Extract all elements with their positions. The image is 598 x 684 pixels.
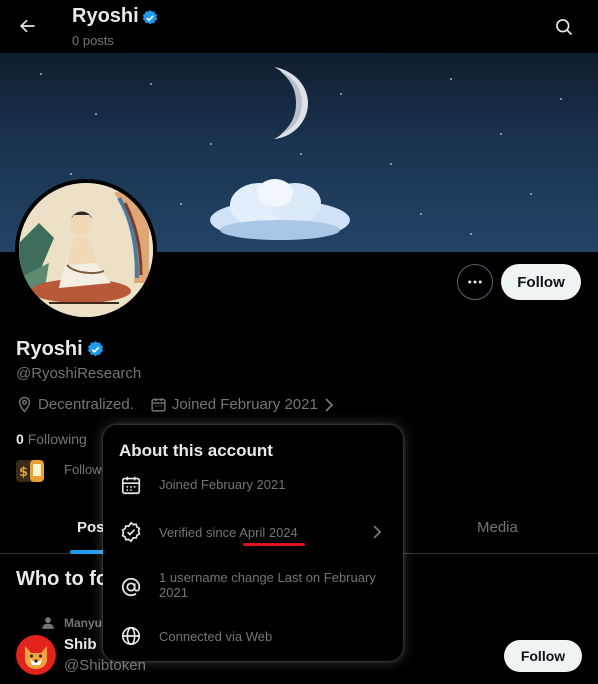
post-count: 0 posts bbox=[72, 33, 114, 48]
following-count: 0 bbox=[16, 431, 24, 447]
back-button[interactable] bbox=[12, 11, 42, 41]
profile-name: Ryoshi bbox=[16, 338, 83, 360]
about-verified-text: Verified since April 2024 bbox=[159, 525, 298, 540]
verified-badge-icon bbox=[142, 10, 158, 25]
location-pin-icon bbox=[18, 396, 31, 413]
highlight-underline bbox=[243, 543, 305, 546]
person-icon bbox=[42, 617, 54, 629]
profile-meta: Decentralized. Joined February 2021 bbox=[16, 396, 351, 413]
suggestion-avatar[interactable] bbox=[16, 635, 56, 675]
search-button[interactable] bbox=[551, 14, 577, 40]
chevron-right-icon bbox=[373, 525, 382, 539]
more-dots-icon bbox=[468, 280, 482, 284]
about-row-verified[interactable]: Verified since April 2024 bbox=[103, 521, 403, 543]
follow-button[interactable]: Follow bbox=[501, 264, 581, 300]
suggestion-followed-by: Manyu bbox=[64, 616, 103, 630]
calendar-icon bbox=[151, 398, 166, 412]
who-to-follow-title: Who to fo bbox=[16, 568, 109, 590]
following-stat[interactable]: 0 Following bbox=[16, 431, 87, 447]
verified-badge-icon[interactable] bbox=[86, 340, 105, 359]
about-row-connected: Connected via Web bbox=[103, 625, 403, 647]
about-joined-text: Joined February 2021 bbox=[159, 477, 286, 492]
suggestion-name[interactable]: Shib bbox=[64, 636, 97, 653]
calendar-icon bbox=[121, 476, 141, 495]
about-row-username-change: 1 username change Last on February 2021 bbox=[103, 570, 403, 602]
popover-title: About this account bbox=[119, 441, 273, 460]
followed-by-text: Follow bbox=[64, 462, 102, 477]
header-title: Ryoshi bbox=[72, 5, 139, 27]
avatar-artwork bbox=[19, 183, 153, 317]
suggestion-follow-button[interactable]: Follow bbox=[504, 640, 582, 672]
profile-avatar[interactable] bbox=[15, 179, 157, 321]
joined-item[interactable]: Joined February 2021 bbox=[150, 396, 335, 413]
tab-posts[interactable]: Pos bbox=[77, 519, 105, 536]
about-connected-text: Connected via Web bbox=[159, 629, 273, 644]
about-username-text: 1 username change Last on February 2021 bbox=[159, 570, 376, 600]
verified-badge-icon bbox=[121, 521, 141, 543]
shib-logo bbox=[16, 635, 56, 675]
joined-text: Joined February 2021 bbox=[171, 396, 318, 413]
location-text: Decentralized. bbox=[38, 396, 134, 413]
profile-handle: @RyoshiResearch bbox=[16, 365, 142, 382]
about-account-popover: About this account Joined February 2021 … bbox=[103, 425, 403, 661]
chevron-right-icon bbox=[325, 397, 334, 412]
location-item: Decentralized. bbox=[16, 396, 134, 413]
more-options-button[interactable] bbox=[457, 264, 493, 300]
following-label: Following bbox=[27, 431, 87, 447]
followed-by-avatars[interactable]: $ bbox=[16, 460, 44, 482]
tab-media[interactable]: Media bbox=[477, 519, 518, 536]
search-icon bbox=[556, 19, 573, 36]
cloud-image bbox=[210, 179, 350, 240]
moon-image bbox=[274, 67, 308, 139]
top-bar: Ryoshi 0 posts bbox=[0, 0, 598, 53]
globe-icon bbox=[121, 626, 141, 646]
follower-avatar-2 bbox=[30, 460, 44, 482]
svg-text:$: $ bbox=[19, 465, 28, 480]
about-row-joined: Joined February 2021 bbox=[103, 474, 403, 496]
arrow-left-icon bbox=[20, 19, 35, 33]
at-sign-icon bbox=[121, 577, 141, 597]
